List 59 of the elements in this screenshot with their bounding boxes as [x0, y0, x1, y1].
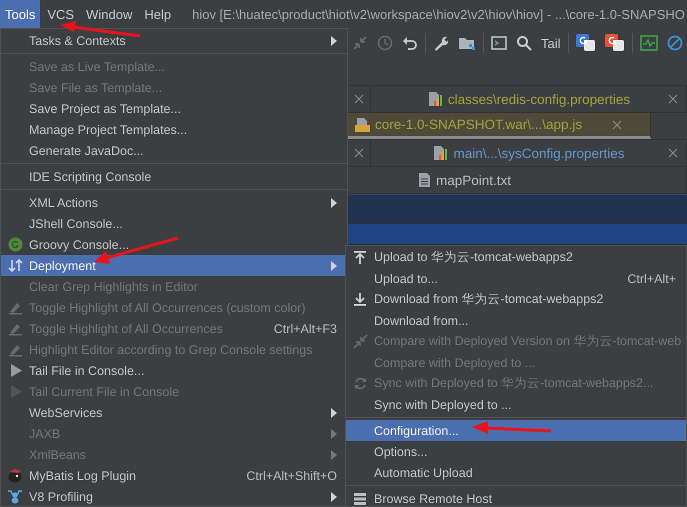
menu-item[interactable]: Tasks & Contexts [1, 30, 347, 51]
search-icon[interactable] [516, 35, 532, 51]
close-icon[interactable] [612, 120, 622, 130]
js-file-icon [354, 116, 370, 132]
menu-item[interactable]: Options... [346, 441, 686, 462]
menu-item[interactable]: Browse Remote Host [346, 488, 686, 506]
terminal-icon[interactable] [491, 35, 507, 51]
tail-button[interactable]: Tail [539, 34, 563, 52]
menu-item[interactable]: Automatic Upload [346, 462, 686, 483]
menu-item[interactable]: Tail File in Console... [1, 360, 347, 381]
menu-bar-item[interactable]: Tools [0, 0, 40, 28]
close-icon[interactable] [354, 148, 364, 158]
properties-file-icon [426, 91, 443, 107]
undo-icon[interactable] [402, 35, 418, 51]
menu-item[interactable]: Sync with Deployed to ... [346, 394, 686, 415]
download-icon [353, 292, 367, 307]
menu-item[interactable]: Download from... [346, 310, 686, 331]
menu-item[interactable]: V8 Profiling [1, 486, 347, 506]
bird-icon [7, 468, 23, 483]
menu-item[interactable]: Deployment [1, 255, 347, 276]
editor-tab[interactable]: core-1.0-SNAPSHOT.war\...\app.js [348, 113, 651, 139]
menu-item[interactable]: Configuration... [346, 420, 686, 441]
menu-item[interactable]: MyBatis Log Plugin Ctrl+Alt+Shift+O [1, 465, 347, 486]
close-icon[interactable] [354, 94, 364, 104]
menu-item[interactable]: Upload to 华为云-tomcat-webapps2 [346, 247, 686, 268]
block-icon[interactable] [666, 35, 683, 51]
menu-item[interactable]: Download from 华为云-tomcat-webapps2 [346, 289, 686, 310]
sync-icon [352, 376, 368, 391]
v8-icon [7, 488, 23, 504]
properties-file-icon [432, 145, 448, 161]
menu-item[interactable]: XML Actions [1, 192, 347, 213]
menu-item[interactable]: IDE Scripting Console [1, 166, 347, 187]
menu-item[interactable]: Upload to... Ctrl+Alt+ [346, 268, 686, 289]
menu-item[interactable]: Manage Project Templates... [1, 119, 347, 140]
monitor-icon[interactable] [640, 35, 658, 51]
menu-bar-item[interactable]: VCS [42, 0, 80, 28]
upload-icon [353, 250, 367, 265]
highlighter-icon [8, 300, 22, 315]
compare-arrows-icon [352, 334, 368, 349]
highlighter-icon [8, 321, 22, 336]
menu-bar-item[interactable]: Window [81, 0, 138, 28]
menu-item[interactable]: Generate JavaDoc... [1, 140, 347, 161]
translate-icon[interactable] [576, 34, 596, 52]
window-title: hiov [E:\huatec\product\hiot\v2\workspace\hiov2\v2\hiov\hiov] - ...\core-1.0-SNAPSHO [191, 6, 685, 24]
wrench-icon[interactable] [433, 35, 449, 51]
highlighter-icon [8, 342, 22, 357]
deployment-arrows-icon [8, 258, 22, 273]
menu-item[interactable]: Groovy Console... [1, 234, 347, 255]
translate-icon[interactable] [604, 34, 625, 52]
groovy-icon [8, 237, 22, 252]
menu-item[interactable]: JShell Console... [1, 213, 347, 234]
menu-bar-item[interactable]: Help [139, 0, 176, 28]
server-icon [353, 492, 367, 506]
menu-item[interactable]: Save Project as Template... [1, 98, 347, 119]
menu-item[interactable]: WebServices [1, 402, 347, 423]
close-icon[interactable] [668, 94, 678, 104]
folder-icon[interactable] [458, 35, 476, 51]
text-file-icon [418, 172, 431, 188]
close-icon[interactable] [668, 148, 678, 158]
